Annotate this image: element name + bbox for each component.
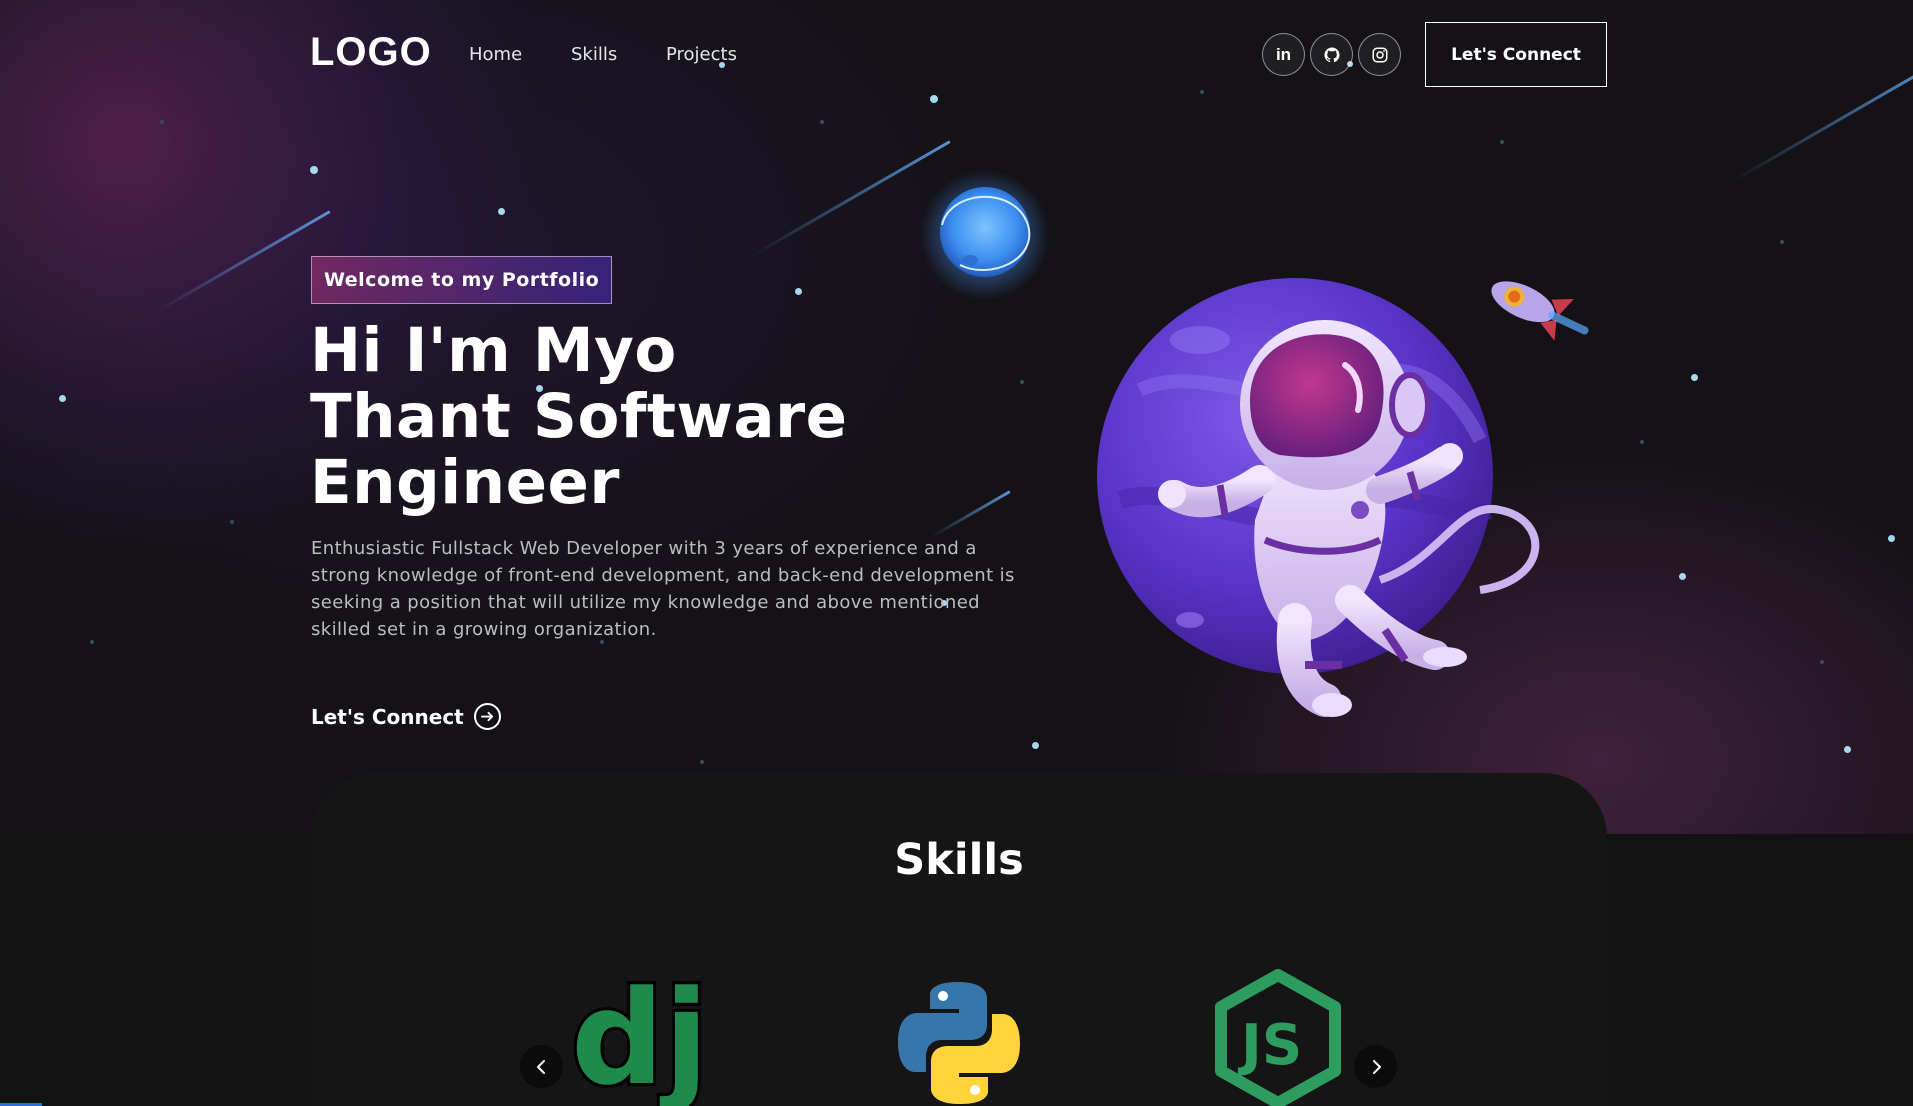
hero-tagline: Welcome to my Portfolio <box>311 256 613 304</box>
chevron-right-icon <box>1372 1059 1381 1074</box>
github-button[interactable] <box>1310 33 1353 76</box>
chevron-left-icon <box>536 1059 545 1074</box>
lets-connect-button[interactable]: Let's Connect <box>1425 22 1607 87</box>
star <box>160 120 164 124</box>
carousel-prev-button[interactable] <box>520 1045 563 1088</box>
star <box>1820 660 1824 664</box>
linkedin-icon: in <box>1275 44 1292 64</box>
carousel-next-button[interactable] <box>1354 1045 1397 1088</box>
linkedin-button[interactable]: in <box>1262 33 1305 76</box>
svg-text:dj: dj <box>571 963 701 1106</box>
star <box>1679 573 1686 580</box>
python-icon <box>898 982 1020 1104</box>
star <box>1500 140 1504 144</box>
star <box>230 520 234 524</box>
skills-section: Skills dj JS <box>311 773 1607 1106</box>
star <box>59 395 66 402</box>
hero-title: Hi I'm Myo Thant Software Engineer <box>310 315 848 518</box>
hero-description: Enthusiastic Fullstack Web Developer wit… <box>311 538 1015 640</box>
nav-link-home[interactable]: Home <box>469 44 522 65</box>
star <box>700 760 704 764</box>
star <box>1780 240 1784 244</box>
star <box>498 208 505 215</box>
hero-connect-label: Let's Connect <box>311 704 464 729</box>
logo[interactable]: LOGO <box>310 30 432 75</box>
star <box>1691 374 1698 381</box>
django-icon: dj <box>571 963 701 1106</box>
svg-text:JS: JS <box>1237 1013 1302 1078</box>
instagram-button[interactable] <box>1358 33 1401 76</box>
github-icon <box>1323 47 1339 62</box>
star <box>1032 742 1039 749</box>
nav-link-projects[interactable]: Projects <box>666 44 737 65</box>
astronaut-illustration <box>1097 278 1589 717</box>
star <box>1888 535 1895 542</box>
star <box>1020 380 1024 384</box>
star <box>90 640 94 644</box>
navbar: LOGO Home Skills Projects in Let's Conne… <box>0 0 1913 110</box>
nodejs-icon: JS <box>1215 969 1341 1106</box>
glowing-planet-icon <box>920 170 1050 300</box>
star <box>795 288 802 295</box>
star-field <box>0 0 1913 834</box>
nav-link-skills[interactable]: Skills <box>571 44 617 65</box>
shooting-star <box>931 490 1011 538</box>
star <box>1844 746 1851 753</box>
skills-title: Skills <box>894 835 1024 885</box>
shooting-star <box>156 210 331 313</box>
star <box>820 120 824 124</box>
hero-connect-link[interactable]: Let's Connect <box>311 703 501 730</box>
star <box>1640 440 1644 444</box>
instagram-icon <box>1372 47 1387 62</box>
star <box>310 166 318 174</box>
arrow-right-circle-icon <box>473 703 501 730</box>
